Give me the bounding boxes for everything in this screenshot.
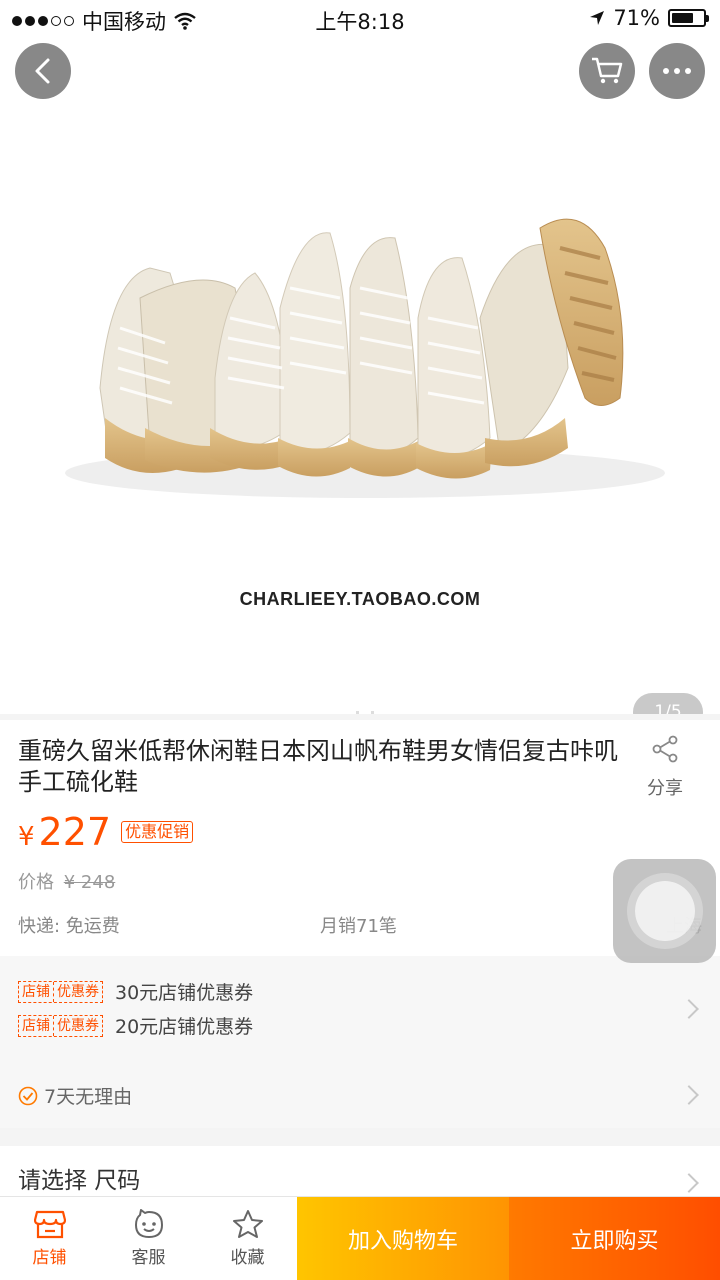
coupon-tag: 店铺 优惠券 xyxy=(18,980,103,1003)
chevron-left-icon xyxy=(35,58,50,84)
cart-button[interactable] xyxy=(579,43,635,99)
shop-button[interactable]: 店铺 xyxy=(0,1197,99,1280)
shipping-info: 快递: 免运费 xyxy=(18,916,120,937)
monthly-sales: 月销71笔 xyxy=(320,916,397,937)
check-circle-icon xyxy=(18,1086,38,1105)
price-row: ¥ 227 优惠促销 xyxy=(18,810,194,854)
product-photo xyxy=(65,218,665,498)
chevron-right-icon xyxy=(679,1085,699,1105)
page-indicator: 1/5 xyxy=(633,693,703,714)
back-button[interactable] xyxy=(15,43,71,99)
service-icon xyxy=(134,1209,163,1238)
battery-percent: 71% xyxy=(613,6,660,30)
assistive-touch-icon xyxy=(634,881,695,941)
coupon-item: 店铺 优惠券 30元店铺优惠券 xyxy=(18,978,253,1005)
cart-icon xyxy=(592,57,623,84)
promo-badge: 优惠促销 xyxy=(121,821,194,843)
original-price: ¥ 248 xyxy=(63,872,116,893)
guarantee-row[interactable]: 7天无理由 xyxy=(18,1082,132,1109)
coupon-text: 20元店铺优惠券 xyxy=(115,1016,254,1038)
favorite-button[interactable]: 收藏 xyxy=(198,1197,297,1280)
battery-icon xyxy=(668,9,709,27)
signal-icon xyxy=(12,16,74,26)
location-arrow-icon xyxy=(590,11,605,25)
star-icon xyxy=(232,1210,263,1238)
share-label: 分享 xyxy=(647,778,683,799)
service-label: 客服 xyxy=(131,1248,166,1268)
carousel-dots xyxy=(356,711,374,714)
assistive-touch-button[interactable] xyxy=(613,859,716,963)
shop-icon xyxy=(33,1210,66,1239)
chevron-right-icon xyxy=(679,1173,699,1193)
shop-label: 店铺 xyxy=(32,1248,67,1268)
more-icon xyxy=(663,68,691,74)
buy-now-button[interactable]: 立即购买 xyxy=(509,1197,720,1280)
coupon-text: 30元店铺优惠券 xyxy=(115,982,254,1004)
carrier-label: 中国移动 xyxy=(82,10,166,34)
original-price-row: 价格 ¥ 248 xyxy=(18,868,115,894)
guarantee-text: 7天无理由 xyxy=(44,1086,133,1108)
shop-watermark: CHARLIEEY.TAOBAO.COM xyxy=(239,589,481,609)
coupon-item: 店铺 优惠券 20元店铺优惠券 xyxy=(18,1012,253,1039)
chevron-right-icon xyxy=(679,999,699,1019)
product-title: 重磅久留米低帮休闲鞋日本冈山帆布鞋男女情侣复古咔叽手工硫化鞋 xyxy=(18,737,618,796)
coupon-section[interactable]: 店铺 优惠券 30元店铺优惠券 店铺 优惠券 20元店铺优惠券 7天无理由 xyxy=(0,956,720,1128)
more-button[interactable] xyxy=(649,43,705,99)
spec-label: 请选择 尺码 xyxy=(18,1168,141,1194)
favorite-label: 收藏 xyxy=(230,1248,265,1268)
wifi-icon xyxy=(174,12,196,30)
add-to-cart-button[interactable]: 加入购物车 xyxy=(297,1197,509,1280)
bottom-action-bar: 店铺 客服 收藏 加入购物车 立即购买 xyxy=(0,1196,720,1280)
product-info: 重磅久留米低帮休闲鞋日本冈山帆布鞋男女情侣复古咔叽手工硫化鞋 分享 ¥ 227 … xyxy=(0,720,720,956)
status-bar: 中国移动 上午8:18 71% xyxy=(0,0,720,38)
currency-symbol: ¥ xyxy=(18,822,35,852)
share-button[interactable]: 分享 xyxy=(632,734,698,800)
current-price: 227 xyxy=(38,810,112,854)
product-image-carousel[interactable]: CHARLIEEY.TAOBAO.COM 1/5 xyxy=(0,38,720,714)
original-price-label: 价格 xyxy=(18,872,54,893)
share-icon xyxy=(652,735,678,763)
coupon-tag: 店铺 优惠券 xyxy=(18,1014,103,1037)
customer-service-button[interactable]: 客服 xyxy=(99,1197,198,1280)
